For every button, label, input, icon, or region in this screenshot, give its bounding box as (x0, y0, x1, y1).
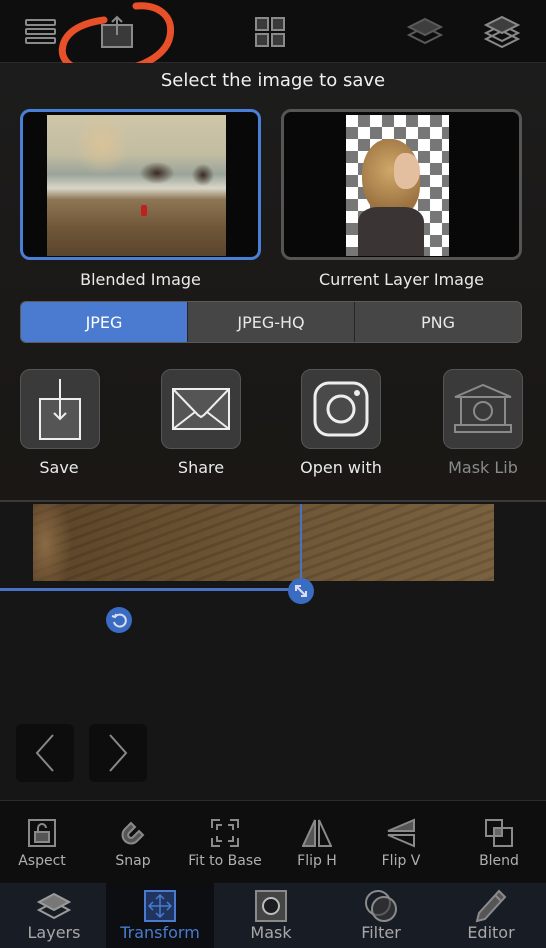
save-button[interactable] (20, 369, 100, 449)
current-layer-preview (346, 115, 449, 256)
transform-guide-horizontal (0, 588, 290, 591)
tab-transform-label: Transform (120, 923, 200, 942)
tool-snap[interactable]: Snap (88, 815, 178, 869)
tool-blend[interactable]: Blend (454, 815, 544, 869)
format-png[interactable]: PNG (355, 302, 521, 342)
share-button[interactable] (161, 369, 241, 449)
current-layer-image-label: Current Layer Image (319, 270, 484, 289)
tool-fit-to-base-label: Fit to Base (188, 853, 262, 869)
mask-icon (255, 890, 287, 922)
chevron-right-icon (109, 734, 128, 772)
layers-icon (37, 892, 71, 920)
blended-image-preview (47, 115, 226, 256)
resize-handle[interactable] (288, 578, 314, 604)
tool-aspect[interactable]: Aspect (0, 815, 87, 869)
chevron-left-icon (35, 734, 54, 772)
flip-vertical-icon (387, 818, 415, 848)
tool-blend-label: Blend (479, 853, 519, 869)
mask-lib-button[interactable] (443, 369, 523, 449)
filter-circles-icon (365, 890, 397, 922)
resize-diagonal-icon (295, 585, 307, 597)
canvas-layer-image[interactable] (33, 504, 494, 581)
open-with-button[interactable] (301, 369, 381, 449)
tool-flip-v-label: Flip V (381, 853, 421, 869)
tab-mask-label: Mask (250, 923, 292, 942)
tab-layers[interactable]: Layers (0, 883, 108, 948)
format-selector: JPEG JPEG-HQ PNG (20, 301, 522, 343)
dialog-title: Select the image to save (160, 70, 386, 91)
blend-squares-icon (485, 819, 513, 847)
tab-mask[interactable]: Mask (217, 883, 325, 948)
tool-snap-label: Snap (115, 853, 151, 869)
save-dialog: Select the image to save Blended Image C… (0, 63, 546, 502)
layer-single-icon[interactable] (405, 12, 445, 52)
tab-transform[interactable]: Transform (106, 883, 214, 948)
bottom-tab-bar: Layers Transform Mask Filter Editor (0, 883, 546, 948)
blended-image-label: Blended Image (80, 270, 201, 289)
transform-toolbar: Aspect Snap Fit to Base Flip H Flip V Bl… (0, 800, 546, 883)
magnet-icon (121, 821, 145, 845)
lock-icon (28, 819, 56, 847)
grid-icon[interactable] (250, 12, 290, 52)
instagram-icon (313, 381, 369, 437)
fit-frame-icon (211, 819, 239, 847)
open-with-label: Open with (300, 458, 382, 477)
tab-editor-label: Editor (467, 923, 515, 942)
save-label: Save (39, 458, 79, 477)
format-jpeg-hq[interactable]: JPEG-HQ (188, 302, 355, 342)
layers-stack-icon[interactable] (482, 12, 522, 52)
rotate-handle[interactable] (106, 607, 132, 633)
tool-flip-v[interactable]: Flip V (356, 815, 446, 869)
export-share-icon[interactable] (97, 12, 137, 52)
tab-filter-label: Filter (361, 923, 401, 942)
format-jpeg[interactable]: JPEG (21, 302, 188, 342)
next-button[interactable] (89, 724, 147, 782)
tool-flip-h-label: Flip H (297, 853, 337, 869)
mask-lib-label: Mask Lib (448, 458, 518, 477)
blended-image-option[interactable] (20, 109, 261, 260)
save-download-icon (39, 379, 81, 440)
current-layer-image-option[interactable] (281, 109, 522, 260)
top-toolbar (0, 0, 546, 76)
tool-flip-h[interactable]: Flip H (272, 815, 362, 869)
tab-layers-label: Layers (27, 923, 81, 942)
flip-horizontal-icon (302, 819, 332, 847)
rotate-icon (111, 613, 127, 628)
tab-filter[interactable]: Filter (327, 883, 435, 948)
transform-move-icon (144, 890, 176, 922)
tab-editor[interactable]: Editor (437, 883, 545, 948)
pencil-icon (475, 889, 507, 923)
menu-list-icon[interactable] (20, 12, 60, 52)
tool-aspect-label: Aspect (18, 853, 66, 869)
share-label: Share (177, 458, 225, 477)
museum-icon (454, 383, 512, 433)
tool-fit-to-base[interactable]: Fit to Base (180, 815, 270, 869)
envelope-icon (172, 388, 230, 430)
previous-button[interactable] (16, 724, 74, 782)
